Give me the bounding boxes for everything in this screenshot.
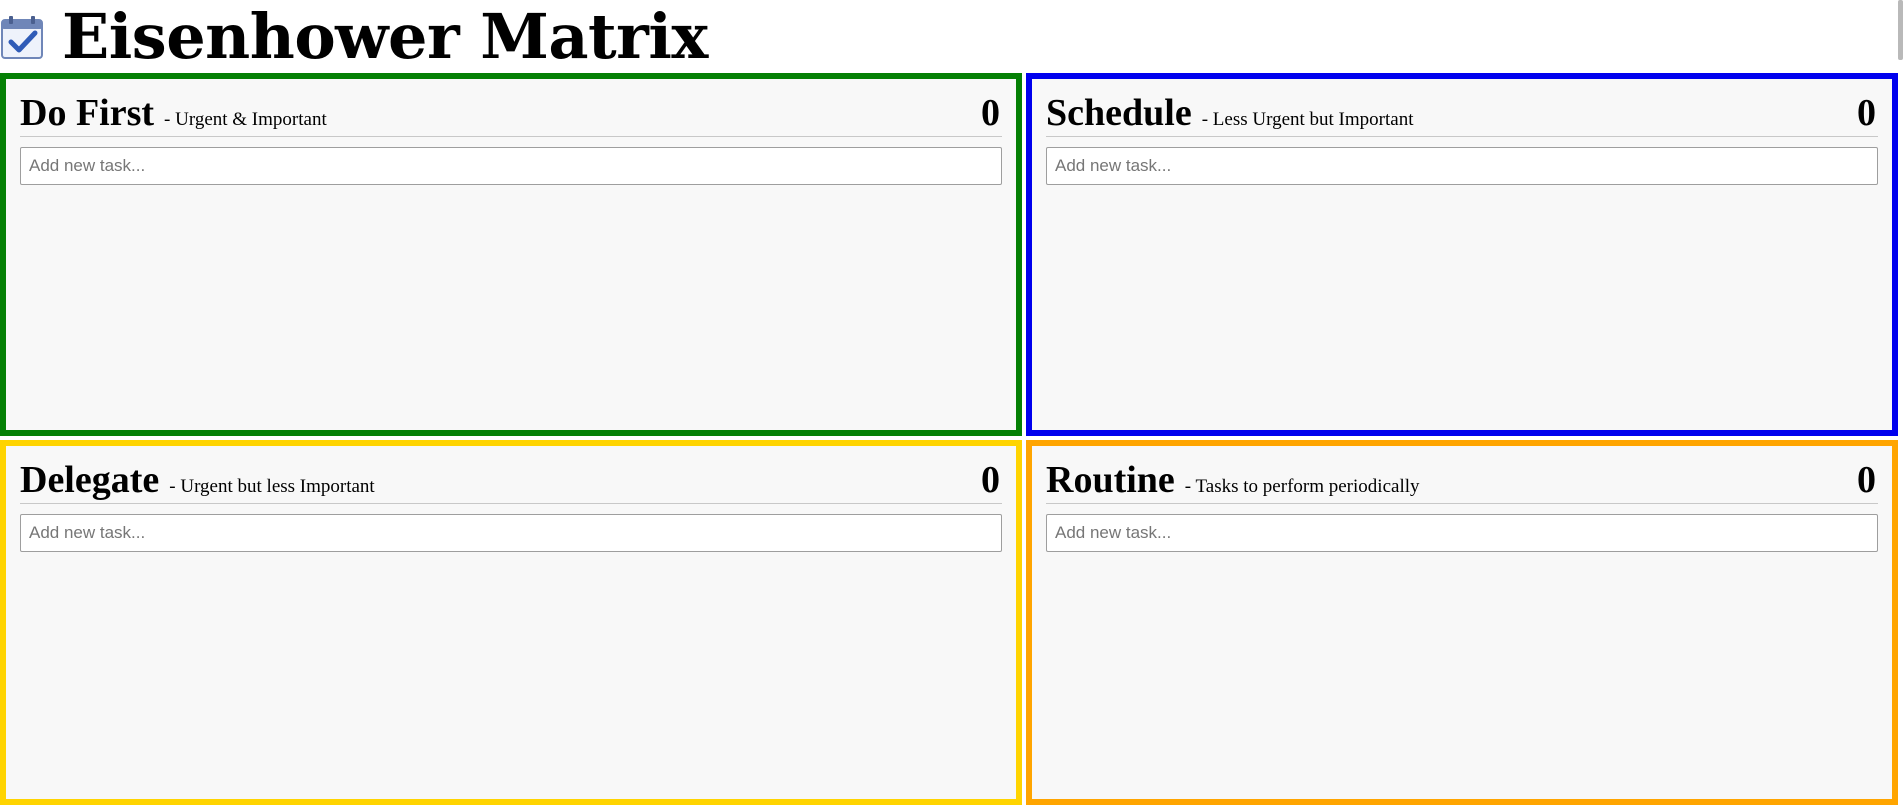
quadrant-header: Schedule - Less Urgent but Important 0 bbox=[1046, 93, 1878, 137]
add-task-input[interactable] bbox=[1046, 514, 1878, 552]
quadrant-subtitle: - Tasks to perform periodically bbox=[1184, 476, 1420, 497]
quadrant-name: Do First bbox=[20, 92, 155, 134]
quadrant-title: Schedule - Less Urgent but Important bbox=[1046, 94, 1413, 132]
quadrant-do-first: Do First - Urgent & Important 0 bbox=[0, 73, 1022, 436]
page-title: Eisenhower Matrix bbox=[62, 0, 708, 73]
task-count: 0 bbox=[981, 459, 1000, 501]
quadrant-title: Delegate - Urgent but less Important bbox=[20, 461, 375, 499]
task-count: 0 bbox=[1857, 459, 1876, 501]
page-scrollbar[interactable] bbox=[1898, 0, 1903, 60]
quadrant-subtitle: - Urgent but less Important bbox=[169, 476, 375, 497]
matrix-grid: Do First - Urgent & Important 0 Schedule… bbox=[0, 73, 1903, 808]
task-count: 0 bbox=[981, 92, 1000, 134]
add-task-input[interactable] bbox=[20, 147, 1002, 185]
quadrant-header: Delegate - Urgent but less Important 0 bbox=[20, 460, 1002, 504]
quadrant-name: Routine bbox=[1046, 459, 1175, 501]
quadrant-delegate: Delegate - Urgent but less Important 0 bbox=[0, 440, 1022, 805]
task-list bbox=[20, 562, 1002, 789]
add-task-input[interactable] bbox=[1046, 147, 1878, 185]
calendar-check-icon bbox=[0, 14, 46, 60]
quadrant-header: Routine - Tasks to perform periodically … bbox=[1046, 460, 1878, 504]
quadrant-subtitle: - Urgent & Important bbox=[164, 109, 327, 130]
quadrant-header: Do First - Urgent & Important 0 bbox=[20, 93, 1002, 137]
quadrant-name: Delegate bbox=[20, 459, 160, 501]
quadrant-routine: Routine - Tasks to perform periodically … bbox=[1026, 440, 1898, 805]
task-list bbox=[1046, 195, 1878, 420]
task-list bbox=[20, 195, 1002, 420]
page-header: Eisenhower Matrix bbox=[0, 0, 708, 74]
quadrant-title: Routine - Tasks to perform periodically bbox=[1046, 461, 1420, 499]
quadrant-name: Schedule bbox=[1046, 92, 1192, 134]
quadrant-schedule: Schedule - Less Urgent but Important 0 bbox=[1026, 73, 1898, 436]
quadrant-title: Do First - Urgent & Important bbox=[20, 94, 327, 132]
task-count: 0 bbox=[1857, 92, 1876, 134]
add-task-input[interactable] bbox=[20, 514, 1002, 552]
task-list bbox=[1046, 562, 1878, 789]
quadrant-subtitle: - Less Urgent but Important bbox=[1201, 109, 1414, 130]
